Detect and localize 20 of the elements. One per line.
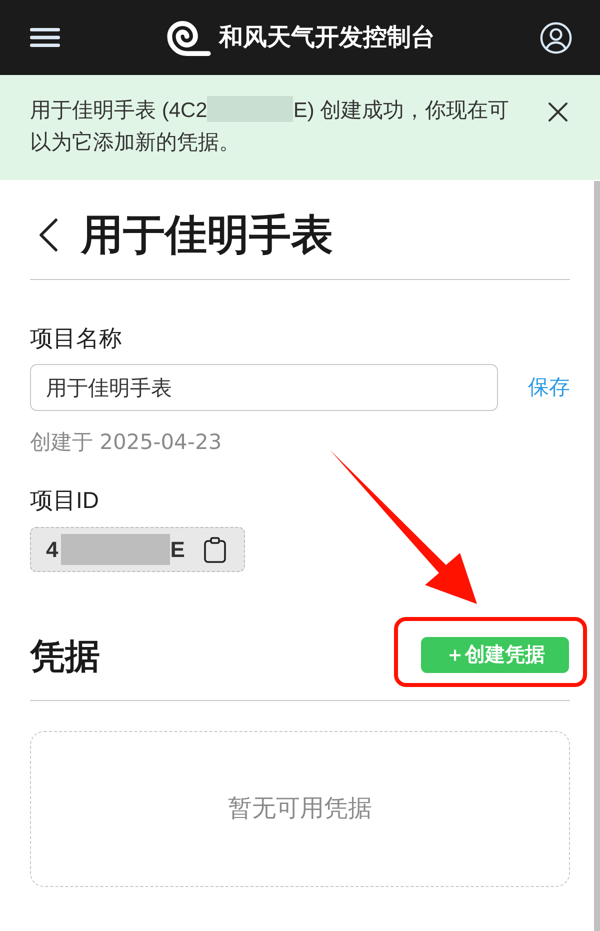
create-credential-button[interactable]: ＋创建凭据 [421,637,569,673]
close-icon[interactable] [548,102,568,122]
section-title: 凭据 [30,638,100,676]
field-label: 项目ID [30,486,99,515]
created-date: 创建于 2025-04-23 [30,429,222,456]
empty-state-text: 暂无可用凭据 [228,794,372,824]
scrollbar-thumb[interactable] [594,181,600,931]
name-input[interactable]: 用于佳明手表 [30,364,498,411]
save-link[interactable]: 保存 [528,374,570,402]
notice-text: 用于佳明手表 (4C2 E) 创建成功，你现在可以为它添加新的凭据。 [30,95,520,159]
clipboard-icon[interactable] [204,536,226,562]
back-chevron-icon[interactable] [38,218,58,252]
user-icon[interactable] [540,22,572,54]
spiral-logo-icon [167,18,211,56]
project-id-text: E [170,536,185,564]
app-title: 和风天气开发控制台 [219,22,435,52]
field-label: 项目名称 [30,324,122,353]
project-id-text: 4 [46,536,58,564]
menu-icon[interactable] [30,28,60,47]
page-title: 用于佳明手表 [81,211,333,259]
